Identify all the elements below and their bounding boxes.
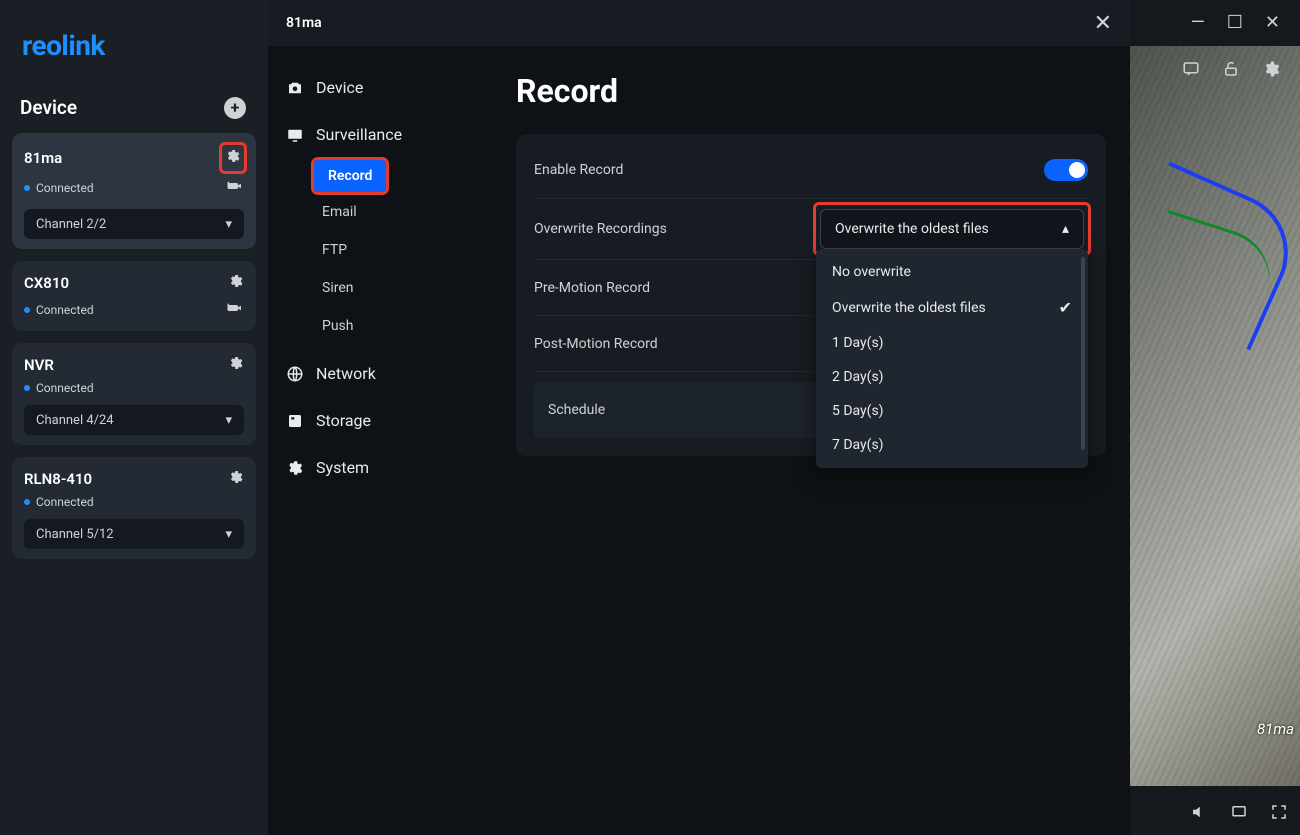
settings-gear-icon[interactable] bbox=[1262, 60, 1280, 82]
chevron-up-icon: ▴ bbox=[1062, 221, 1069, 237]
channel-selector[interactable]: Channel 4/24 ▾ bbox=[24, 405, 244, 435]
nav-system[interactable]: System bbox=[268, 444, 508, 491]
nav-siren[interactable]: Siren bbox=[268, 270, 500, 306]
window-controls: — ☐ ✕ bbox=[1191, 12, 1280, 33]
status-dot-icon bbox=[24, 499, 30, 505]
chevron-down-icon: ▾ bbox=[225, 527, 232, 542]
dropdown-option-1day[interactable]: 1 Day(s) bbox=[816, 326, 1088, 360]
settings-panel: 81ma ✕ Device Surveillance Record Email … bbox=[268, 0, 1130, 835]
status-dot-icon bbox=[24, 307, 30, 313]
enable-record-toggle[interactable] bbox=[1044, 159, 1088, 181]
close-window-icon[interactable]: ✕ bbox=[1265, 12, 1280, 33]
settings-nav: Device Surveillance Record Email FTP Sir… bbox=[268, 46, 508, 835]
page-title: Record bbox=[516, 72, 1106, 110]
nav-device[interactable]: Device bbox=[268, 64, 508, 111]
device-status: Connected bbox=[24, 495, 94, 509]
row-overwrite: Overwrite Recordings Overwrite the oldes… bbox=[534, 198, 1088, 260]
view-mode-icon[interactable] bbox=[1230, 803, 1248, 825]
record-settings-box: Enable Record Overwrite Recordings Overw… bbox=[516, 134, 1106, 456]
lock-open-icon[interactable] bbox=[1222, 60, 1240, 82]
device-gear-icon[interactable] bbox=[228, 469, 244, 489]
device-card-nvr[interactable]: NVR Connected Channel 4/24 ▾ bbox=[12, 343, 256, 445]
camera-live-view[interactable]: 81ma bbox=[1130, 46, 1300, 786]
storage-icon bbox=[286, 412, 304, 430]
status-dot-icon bbox=[24, 385, 30, 391]
chevron-down-icon: ▾ bbox=[225, 413, 232, 428]
nav-ftp[interactable]: FTP bbox=[268, 232, 500, 268]
settings-header: 81ma ✕ bbox=[268, 0, 1130, 46]
minimize-icon[interactable]: — bbox=[1191, 12, 1205, 33]
dropdown-option-oldest[interactable]: Overwrite the oldest files✔ bbox=[816, 289, 1088, 326]
dropdown-option-7day[interactable]: 7 Day(s) bbox=[816, 428, 1088, 462]
camera-icon[interactable] bbox=[226, 177, 244, 199]
camera-device-icon bbox=[286, 79, 304, 97]
device-status: Connected bbox=[24, 181, 94, 195]
dropdown-option-2day[interactable]: 2 Day(s) bbox=[816, 360, 1088, 394]
settings-content: Record Enable Record Overwrite Recording… bbox=[508, 46, 1130, 835]
device-status: Connected bbox=[24, 381, 94, 395]
device-gear-icon[interactable] bbox=[222, 145, 244, 171]
device-name: CX810 bbox=[24, 274, 69, 292]
device-list-header: Device + bbox=[12, 90, 256, 133]
device-name: RLN8-410 bbox=[24, 470, 92, 488]
globe-icon bbox=[286, 365, 304, 383]
camera-feed-label: 81ma bbox=[1257, 720, 1294, 738]
row-enable-record: Enable Record bbox=[534, 142, 1088, 198]
overwrite-dropdown-button[interactable]: Overwrite the oldest files ▴ bbox=[820, 209, 1084, 249]
brand-logo-text: reolink bbox=[22, 29, 105, 62]
overwrite-dropdown-list: No overwrite Overwrite the oldest files✔… bbox=[816, 249, 1088, 468]
device-card-rln8410[interactable]: RLN8-410 Connected Channel 5/12 ▾ bbox=[12, 457, 256, 559]
device-gear-icon[interactable] bbox=[228, 273, 244, 293]
volume-icon[interactable] bbox=[1190, 803, 1208, 825]
dropdown-scrollbar[interactable] bbox=[1081, 257, 1085, 450]
dropdown-option-5day[interactable]: 5 Day(s) bbox=[816, 394, 1088, 428]
settings-device-title: 81ma bbox=[286, 15, 322, 31]
chat-icon[interactable] bbox=[1182, 60, 1200, 82]
device-name: NVR bbox=[24, 356, 54, 374]
nav-record[interactable]: Record bbox=[314, 160, 386, 192]
nav-push[interactable]: Push bbox=[268, 308, 500, 344]
device-name: 81ma bbox=[24, 149, 62, 167]
monitor-icon bbox=[286, 126, 304, 144]
device-sidebar: reolink Device + 81ma Connected Channel … bbox=[0, 0, 268, 835]
status-dot-icon bbox=[24, 185, 30, 191]
fullscreen-icon[interactable] bbox=[1270, 803, 1288, 825]
gear-icon bbox=[286, 459, 304, 477]
top-toolbar bbox=[1182, 60, 1280, 82]
overwrite-dropdown: Overwrite the oldest files ▴ No overwrit… bbox=[816, 205, 1088, 253]
nav-storage[interactable]: Storage bbox=[268, 397, 508, 444]
surveillance-subnav: Record Email FTP Siren Push bbox=[268, 160, 508, 344]
add-device-button[interactable]: + bbox=[224, 97, 246, 119]
device-card-cx810[interactable]: CX810 Connected bbox=[12, 261, 256, 331]
close-settings-icon[interactable]: ✕ bbox=[1094, 11, 1112, 36]
dropdown-option-no-overwrite[interactable]: No overwrite bbox=[816, 255, 1088, 289]
chevron-down-icon: ▾ bbox=[225, 217, 232, 232]
device-gear-icon[interactable] bbox=[228, 355, 244, 375]
camera-view-controls bbox=[1190, 803, 1288, 825]
device-status: Connected bbox=[24, 303, 94, 317]
device-header-title: Device bbox=[20, 96, 77, 119]
nav-surveillance[interactable]: Surveillance bbox=[268, 111, 508, 158]
check-icon: ✔ bbox=[1059, 298, 1072, 317]
camera-icon[interactable] bbox=[226, 299, 244, 321]
maximize-icon[interactable]: ☐ bbox=[1227, 12, 1243, 33]
nav-network[interactable]: Network bbox=[268, 350, 508, 397]
channel-selector[interactable]: Channel 5/12 ▾ bbox=[24, 519, 244, 549]
channel-selector[interactable]: Channel 2/2 ▾ bbox=[24, 209, 244, 239]
device-card-81ma[interactable]: 81ma Connected Channel 2/2 ▾ bbox=[12, 133, 256, 249]
nav-email[interactable]: Email bbox=[268, 194, 500, 230]
brand-logo: reolink bbox=[12, 0, 256, 90]
